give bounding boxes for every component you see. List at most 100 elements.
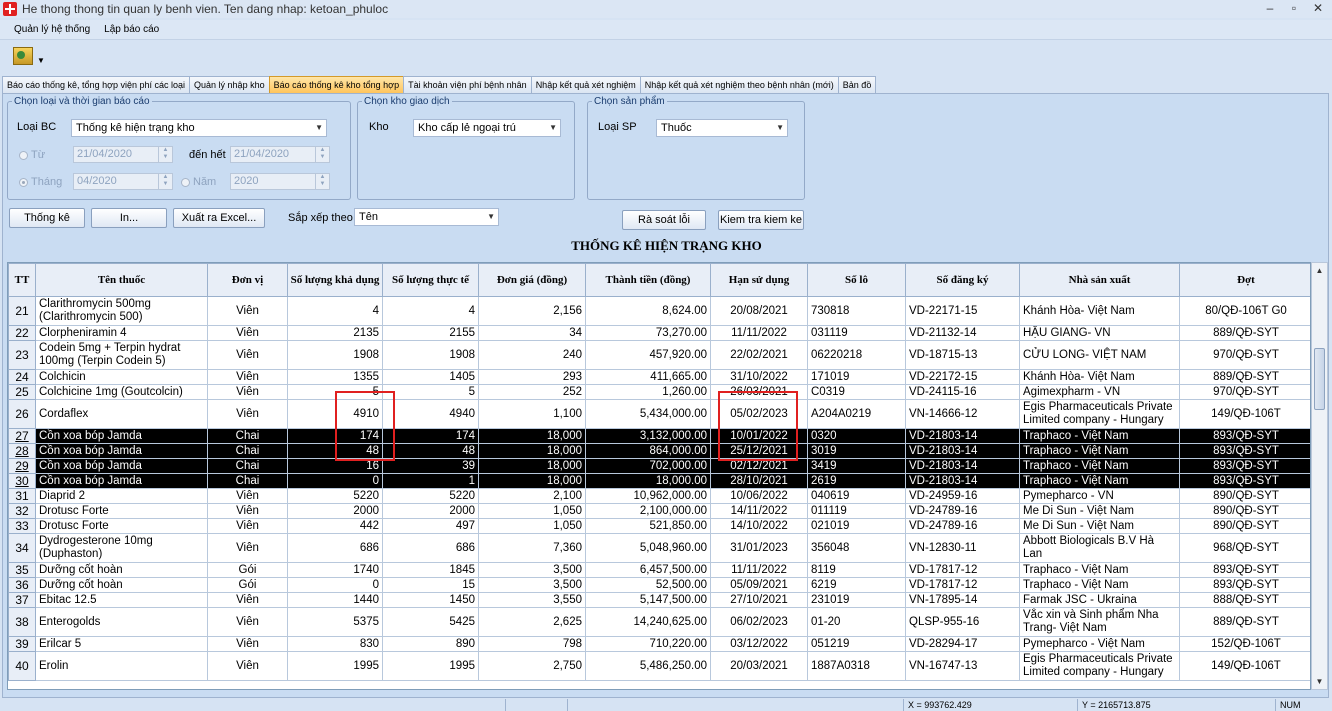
cell-expiry[interactable]: 10/01/2022 xyxy=(710,428,808,444)
cell-tt[interactable]: 40 xyxy=(8,651,36,681)
cell-drug-name[interactable]: Clorpheniramin 4 xyxy=(35,325,208,341)
cell-unit[interactable]: Viên xyxy=(207,369,288,385)
cell-unit-price[interactable]: 3,500 xyxy=(478,562,586,578)
cell-lot[interactable]: 011119 xyxy=(807,503,906,519)
cell-drug-name[interactable]: Enterogolds xyxy=(35,607,208,637)
cell-registration[interactable]: VD-21132-14 xyxy=(905,325,1020,341)
spin-arrows-icon[interactable]: ▲ ▼ xyxy=(158,147,172,162)
cell-drug-name[interactable]: Ebitac 12.5 xyxy=(35,592,208,608)
cell-tt[interactable]: 27 xyxy=(8,428,36,444)
cell-tt[interactable]: 39 xyxy=(8,636,36,652)
cell-unit[interactable]: Viên xyxy=(207,296,288,326)
scroll-up-icon[interactable]: ▲ xyxy=(1312,263,1327,278)
cell-registration[interactable]: VN-17895-14 xyxy=(905,592,1020,608)
cell-amount[interactable]: 710,220.00 xyxy=(585,636,711,652)
cell-tt[interactable]: 34 xyxy=(8,533,36,563)
table-row[interactable]: 36 Dưỡng cốt hoàn Gói 0 15 3,500 52,500.00 05/0… xyxy=(8,577,1310,593)
cell-unit-price[interactable]: 1,050 xyxy=(478,518,586,534)
cell-actual-qty[interactable]: 2000 xyxy=(382,503,479,519)
year-radio[interactable] xyxy=(181,178,190,187)
cell-tt[interactable]: 26 xyxy=(8,399,36,429)
cell-available-qty[interactable]: 1908 xyxy=(287,340,383,370)
scroll-thumb[interactable] xyxy=(1314,348,1325,410)
cell-available-qty[interactable]: 1740 xyxy=(287,562,383,578)
cell-available-qty[interactable]: 1440 xyxy=(287,592,383,608)
table-row[interactable]: 23 Codein 5mg + Terpin hydrat 100mg (Terp… xyxy=(8,340,1310,370)
cell-drug-name[interactable]: Drotusc Forte xyxy=(35,503,208,519)
warehouse-select[interactable]: Kho cấp lẻ ngoại trú ▼ xyxy=(413,119,561,137)
cell-tt[interactable]: 33 xyxy=(8,518,36,534)
cell-unit-price[interactable]: 293 xyxy=(478,369,586,385)
menu-reports[interactable]: Lập báo cáo xyxy=(104,24,159,35)
cell-amount[interactable]: 3,132,000.00 xyxy=(585,428,711,444)
cell-batch[interactable]: 149/QĐ-106T xyxy=(1179,651,1310,681)
cell-batch[interactable]: 889/QĐ-SYT xyxy=(1179,607,1310,637)
col-header-amount[interactable]: Thành tiền (đồng) xyxy=(585,263,711,297)
cell-unit-price[interactable]: 3,550 xyxy=(478,592,586,608)
spin-arrows-icon[interactable]: ▲ ▼ xyxy=(158,174,172,189)
cell-actual-qty[interactable]: 1908 xyxy=(382,340,479,370)
cell-expiry[interactable]: 27/10/2021 xyxy=(710,592,808,608)
from-radio[interactable] xyxy=(19,151,28,160)
cell-unit-price[interactable]: 2,156 xyxy=(478,296,586,326)
cell-actual-qty[interactable]: 497 xyxy=(382,518,479,534)
cell-drug-name[interactable]: Erilcar 5 xyxy=(35,636,208,652)
table-row[interactable]: 28 Cồn xoa bóp Jamda Chai 48 48 18,000 864,000… xyxy=(8,443,1310,459)
cell-unit[interactable]: Viên xyxy=(207,399,288,429)
cell-batch[interactable]: 889/QĐ-SYT xyxy=(1179,369,1310,385)
cell-amount[interactable]: 5,434,000.00 xyxy=(585,399,711,429)
cell-lot[interactable]: 2619 xyxy=(807,473,906,489)
cell-actual-qty[interactable]: 4940 xyxy=(382,399,479,429)
table-row[interactable]: 21 Clarithromycin 500mg (Clarithromycin 5… xyxy=(8,296,1310,326)
cell-actual-qty[interactable]: 48 xyxy=(382,443,479,459)
cell-lot[interactable]: 040619 xyxy=(807,488,906,504)
cell-amount[interactable]: 6,457,500.00 xyxy=(585,562,711,578)
cell-available-qty[interactable]: 0 xyxy=(287,577,383,593)
cell-registration[interactable]: VD-21803-14 xyxy=(905,428,1020,444)
cell-registration[interactable]: QLSP-955-16 xyxy=(905,607,1020,637)
cell-registration[interactable]: VN-16747-13 xyxy=(905,651,1020,681)
col-header-actual-qty[interactable]: Số lượng thực tế xyxy=(382,263,479,297)
cell-actual-qty[interactable]: 1 xyxy=(382,473,479,489)
cell-registration[interactable]: VD-21803-14 xyxy=(905,443,1020,459)
check-inventory-button[interactable]: Kiem tra kiem ke xyxy=(718,210,804,230)
cell-batch[interactable]: 970/QĐ-SYT xyxy=(1179,384,1310,400)
cell-amount[interactable]: 14,240,625.00 xyxy=(585,607,711,637)
cell-registration[interactable]: VD-24789-16 xyxy=(905,503,1020,519)
cell-lot[interactable]: C0319 xyxy=(807,384,906,400)
cell-batch[interactable]: 893/QĐ-SYT xyxy=(1179,562,1310,578)
cell-tt[interactable]: 28 xyxy=(8,443,36,459)
cell-manufacturer[interactable]: Khánh Hòa- Việt Nam xyxy=(1019,369,1180,385)
cell-actual-qty[interactable]: 686 xyxy=(382,533,479,563)
cell-lot[interactable]: 0320 xyxy=(807,428,906,444)
cell-unit-price[interactable]: 1,100 xyxy=(478,399,586,429)
cell-manufacturer[interactable]: Khánh Hòa- Việt Nam xyxy=(1019,296,1180,326)
cell-registration[interactable]: VD-17817-12 xyxy=(905,577,1020,593)
cell-tt[interactable]: 30 xyxy=(8,473,36,489)
cell-lot[interactable]: 031119 xyxy=(807,325,906,341)
cell-registration[interactable]: VD-24115-16 xyxy=(905,384,1020,400)
table-row[interactable]: 34 Dydrogesterone 10mg (Duphaston) Viên 686… xyxy=(8,533,1310,563)
table-row[interactable]: 33 Drotusc Forte Viên 442 497 1,050 521,850.00… xyxy=(8,518,1310,534)
cell-tt[interactable]: 36 xyxy=(8,577,36,593)
table-row[interactable]: 38 Enterogolds Viên 5375 5425 2,625 14,240,625… xyxy=(8,607,1310,637)
cell-unit[interactable]: Viên xyxy=(207,503,288,519)
cell-unit[interactable]: Viên xyxy=(207,607,288,637)
cell-amount[interactable]: 5,486,250.00 xyxy=(585,651,711,681)
cell-batch[interactable]: 890/QĐ-SYT xyxy=(1179,518,1310,534)
cell-available-qty[interactable]: 48 xyxy=(287,443,383,459)
cell-manufacturer[interactable]: Agimexpharm - VN xyxy=(1019,384,1180,400)
cell-registration[interactable]: VD-21803-14 xyxy=(905,473,1020,489)
cell-available-qty[interactable]: 16 xyxy=(287,458,383,474)
table-row[interactable]: 26 Cordaflex Viên 4910 4940 1,100 5,434,000.00… xyxy=(8,399,1310,429)
tab-lab-results-by-patient[interactable]: Nhập kết quả xét nghiệm theo bệnh nhân (… xyxy=(639,76,839,93)
cell-unit-price[interactable]: 240 xyxy=(478,340,586,370)
cell-registration[interactable]: VN-14666-12 xyxy=(905,399,1020,429)
cell-actual-qty[interactable]: 5425 xyxy=(382,607,479,637)
cell-registration[interactable]: VD-17817-12 xyxy=(905,562,1020,578)
cell-tt[interactable]: 29 xyxy=(8,458,36,474)
cell-actual-qty[interactable]: 1995 xyxy=(382,651,479,681)
cell-lot[interactable]: 06220218 xyxy=(807,340,906,370)
cell-actual-qty[interactable]: 890 xyxy=(382,636,479,652)
cell-drug-name[interactable]: Cồn xoa bóp Jamda xyxy=(35,473,208,489)
